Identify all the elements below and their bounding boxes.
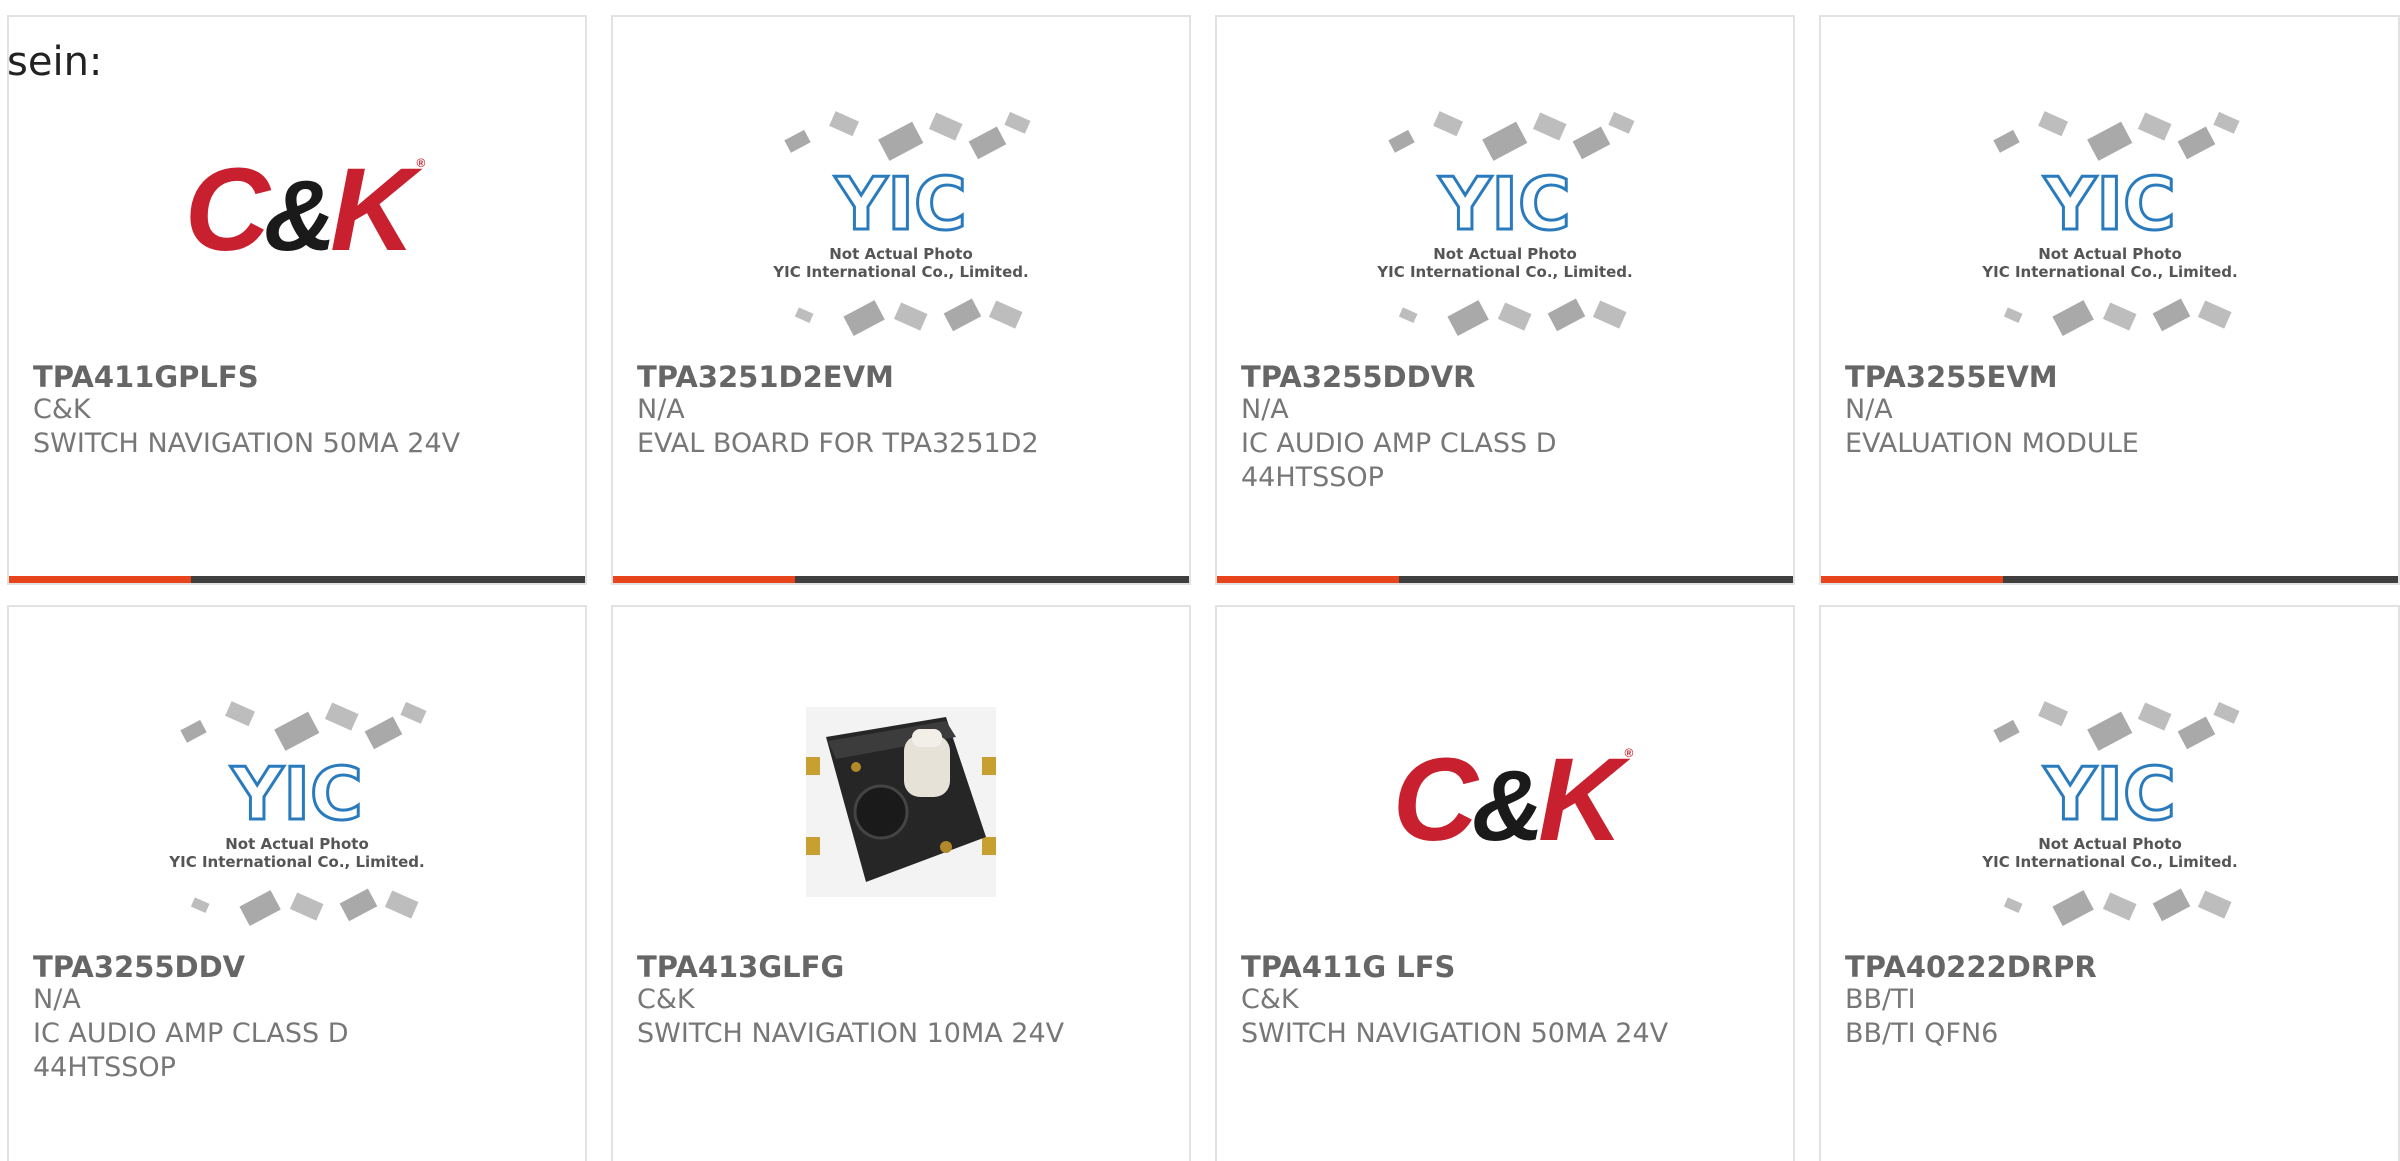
yic-logo-text: YIC [2043,752,2176,836]
product-description-line: SWITCH NAVIGATION 50MA 24V [1241,1018,1669,1049]
placeholder-caption-line2: YIC International Co., Limited. [168,853,424,871]
product-description-line: SWITCH NAVIGATION 10MA 24V [637,1018,1065,1049]
product-card[interactable]: YIC Not Actual Photo YIC International Co.… [611,15,1191,585]
product-manufacturer: BB/TI [1845,984,1916,1015]
product-image[interactable]: C&K ® [9,99,585,369]
yic-logo-text: YIC [1438,162,1571,246]
yic-logo-text: YIC [230,752,363,836]
placeholder-caption-line1: Not Actual Photo [829,245,973,263]
ck-logo-icon: C&K ® [184,144,426,276]
placeholder-caption-line1: Not Actual Photo [225,835,369,853]
product-card[interactable]: TPA413GLFG C&K SWITCH NAVIGATION 10MA 24… [611,605,1191,1161]
product-image[interactable] [613,689,1189,959]
product-part-number[interactable]: TPA411G LFS [1241,949,1455,985]
product-description: SWITCH NAVIGATION 10MA 24V [637,1017,1157,1051]
yic-placeholder-icon: YICNot Actual PhotoYIC International Co.… [1981,111,2240,337]
product-card[interactable]: C&K ® TPA411G LFS C&K SWITCH NAVIGATION 5… [1215,605,1795,1161]
product-image[interactable]: YIC Not Actual Photo YIC International Co.… [1821,689,2398,959]
product-description-line: 44HTSSOP [33,1052,176,1083]
placeholder-caption-line2: YIC International Co., Limited. [1376,263,1632,281]
product-card[interactable]: C&K ® TPA411GPLFS C&K SWITCH NAVIGATION 5… [7,15,587,585]
placeholder-caption-line2: YIC International Co., Limited. [772,263,1028,281]
product-card[interactable]: YIC Not Actual Photo YIC International Co.… [1215,15,1795,585]
yic-placeholder-icon: YICNot Actual PhotoYIC International Co.… [168,701,427,927]
product-card[interactable]: YIC Not Actual Photo YIC International Co.… [1819,605,2400,1161]
product-card[interactable]: YIC Not Actual Photo YIC International Co.… [1819,15,2400,585]
product-manufacturer: N/A [637,394,685,425]
placeholder-caption-line1: Not Actual Photo [2038,245,2182,263]
product-description: SWITCH NAVIGATION 50MA 24V [1241,1017,1761,1051]
product-part-number[interactable]: TPA3251D2EVM [637,359,894,395]
card-bottom-bar [613,576,1189,583]
product-part-number[interactable]: TPA3255DDV [33,949,245,985]
product-grid-page: sein: C&K ® TPA411GPLFS C&K SWITCH NAVIGA… [0,0,2400,1161]
product-description: IC AUDIO AMP CLASS D 44HTSSOP [1241,427,1761,495]
product-manufacturer: N/A [33,984,81,1015]
placeholder-caption-line1: Not Actual Photo [1433,245,1577,263]
card-bottom-bar [1217,576,1793,583]
navigation-switch-photo-icon [806,707,996,897]
card-bottom-bar [9,576,585,583]
product-image[interactable]: C&K ® [1217,689,1793,959]
product-part-number[interactable]: TPA3255DDVR [1241,359,1475,395]
placeholder-caption-line1: Not Actual Photo [2038,835,2182,853]
product-description-line: SWITCH NAVIGATION 50MA 24V [33,428,461,459]
product-part-number[interactable]: TPA3255EVM [1845,359,2058,395]
product-description: BB/TI QFN6 [1845,1017,2365,1051]
product-description-line: BB/TI QFN6 [1845,1018,1999,1049]
card-bottom-bar-accent [1217,576,1399,583]
product-description: EVAL BOARD FOR TPA3251D2 [637,427,1157,461]
product-part-number[interactable]: TPA40222DRPR [1845,949,2097,985]
product-card[interactable]: YIC Not Actual Photo YIC International Co.… [7,605,587,1161]
product-manufacturer: N/A [1845,394,1893,425]
product-manufacturer: C&K [637,984,695,1015]
product-description: SWITCH NAVIGATION 50MA 24V [33,427,553,461]
product-manufacturer: C&K [33,394,91,425]
placeholder-caption-line2: YIC International Co., Limited. [1981,263,2237,281]
product-description-line: IC AUDIO AMP CLASS D [33,1018,349,1049]
product-part-number[interactable]: TPA413GLFG [637,949,844,985]
yic-logo-text: YIC [2043,162,2176,246]
yic-placeholder-icon: YICNot Actual PhotoYIC International Co.… [1376,111,1635,337]
product-description-line: EVALUATION MODULE [1845,428,2139,459]
yic-logo-text: YIC [834,162,967,246]
product-image[interactable]: YIC Not Actual Photo YIC International Co.… [9,689,585,959]
product-manufacturer: C&K [1241,984,1299,1015]
card-bottom-bar-accent [1821,576,2003,583]
product-description: IC AUDIO AMP CLASS D 44HTSSOP [33,1017,553,1085]
product-manufacturer: N/A [1241,394,1289,425]
yic-placeholder-icon: YICNot Actual PhotoYIC International Co.… [772,111,1031,337]
card-bottom-bar-accent [613,576,795,583]
product-part-number[interactable]: TPA411GPLFS [33,359,259,395]
yic-placeholder-icon: YICNot Actual PhotoYIC International Co.… [1981,701,2240,927]
card-bottom-bar [1821,576,2398,583]
intro-text: sein: [7,39,103,85]
product-description-line: EVAL BOARD FOR TPA3251D2 [637,428,1039,459]
product-description-line: IC AUDIO AMP CLASS D [1241,428,1557,459]
product-description-line: 44HTSSOP [1241,462,1384,493]
placeholder-caption-line2: YIC International Co., Limited. [1981,853,2237,871]
product-image[interactable]: YIC Not Actual Photo YIC International Co.… [1217,99,1793,369]
product-image[interactable]: YIC Not Actual Photo YIC International Co.… [1821,99,2398,369]
product-description: EVALUATION MODULE [1845,427,2365,461]
card-bottom-bar-accent [9,576,191,583]
product-image[interactable]: YIC Not Actual Photo YIC International Co.… [613,99,1189,369]
ck-logo-icon: C&K ® [1392,734,1634,866]
